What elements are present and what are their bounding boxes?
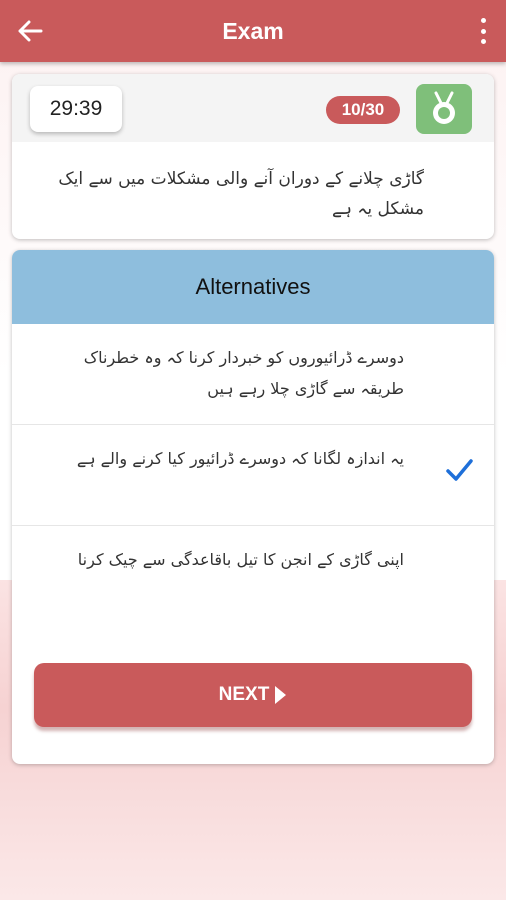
question-card: 29:39 10/30 گاڑی چلانے کے دوران آنے والی… [12,74,494,239]
next-button[interactable]: NEXT [34,663,472,727]
alternatives-card: Alternatives دوسرے ڈرائیوروں کو خبردار ک… [12,250,494,764]
arrow-left-icon[interactable] [14,16,46,46]
next-button-label: NEXT [218,684,270,705]
question-text: گاڑی چلانے کے دوران آنے والی مشکلات میں … [58,169,424,219]
question-header: 29:39 10/30 [12,74,494,142]
option-item-3[interactable]: اپنی گاڑی کے انجن کا تیل باقاعدگی سے چیک… [12,526,494,627]
more-vertical-icon[interactable] [478,18,488,44]
option-item-1[interactable]: دوسرے ڈرائیوروں کو خبردار کرنا کہ وہ خطر… [12,324,494,425]
app-bar: Exam [0,0,506,62]
option-text: یہ اندازہ لگانا کہ دوسرے ڈرائیور کیا کرن… [76,449,404,468]
option-item-2[interactable]: یہ اندازہ لگانا کہ دوسرے ڈرائیور کیا کرن… [12,425,494,526]
page-title: Exam [222,17,284,44]
play-icon [275,686,287,704]
option-text: اپنی گاڑی کے انجن کا تیل باقاعدگی سے چیک… [77,550,404,569]
option-text: دوسرے ڈرائیوروں کو خبردار کرنا کہ وہ خطر… [83,348,404,398]
alternatives-header: Alternatives [12,250,494,324]
check-icon [444,455,474,485]
medal-icon[interactable] [416,84,472,134]
timer: 29:39 [30,86,122,132]
question-counter-badge: 10/30 [326,96,400,124]
